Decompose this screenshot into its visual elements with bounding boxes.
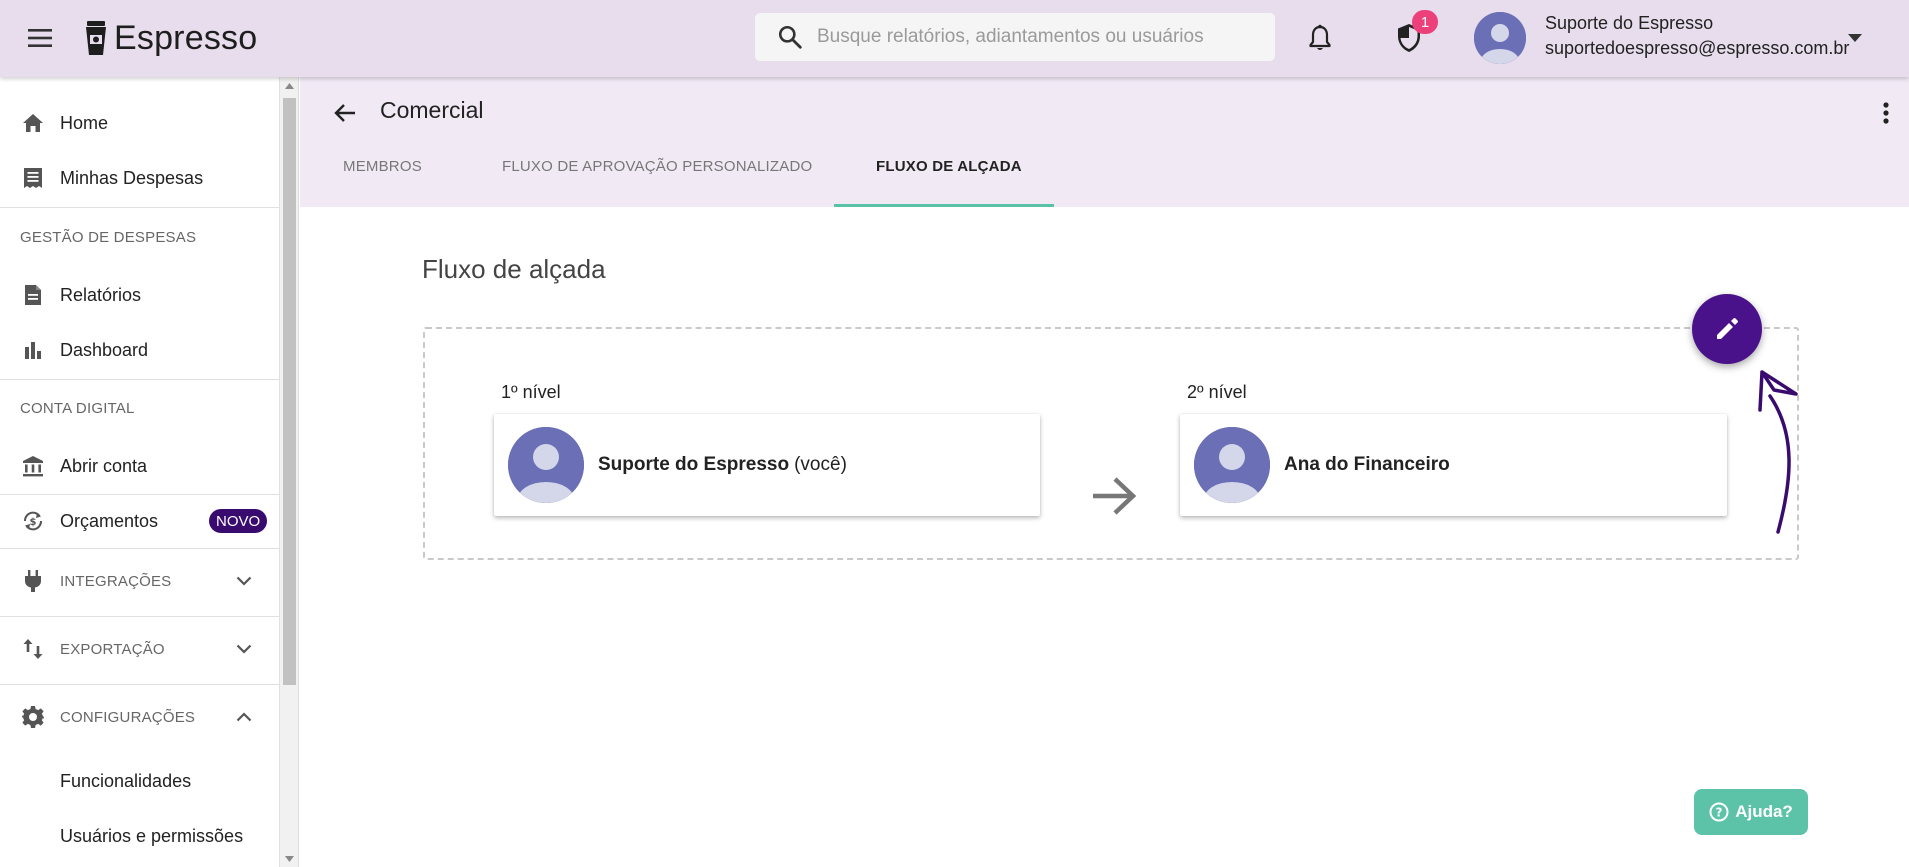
user-avatar[interactable] [1474, 12, 1526, 64]
menu-icon [28, 29, 52, 47]
scroll-up-arrow-icon[interactable] [283, 80, 296, 92]
tab-fluxo-aprovacao-personalizado[interactable]: FLUXO DE APROVAÇÃO PERSONALIZADO [502, 158, 812, 206]
arrow-left-icon [334, 104, 355, 122]
help-label: Ajuda? [1735, 802, 1793, 821]
app-logo[interactable]: Espresso [84, 14, 257, 62]
notification-count-badge: 1 [1412, 10, 1438, 34]
sidebar: Home Minhas Despesas GESTÃO DE DESPESAS … [0, 77, 280, 867]
user-menu-toggle[interactable] [1843, 26, 1867, 50]
sidebar-group-integracoes[interactable]: INTEGRAÇÕES [0, 555, 279, 607]
tab-membros[interactable]: MEMBROS [343, 158, 422, 206]
arrow-right-icon [1088, 472, 1140, 520]
sidebar-group-label: CONFIGURAÇÕES [60, 708, 196, 726]
sidebar-item-orcamentos[interactable]: $ Orçamentos NOVO [0, 495, 279, 547]
chevron-down-icon [232, 637, 256, 661]
svg-text:?: ? [1716, 806, 1723, 820]
scroll-down-arrow-icon[interactable] [283, 853, 296, 865]
sidebar-group-exportacao[interactable]: EXPORTAÇÃO [0, 623, 279, 675]
divider [0, 616, 279, 617]
sidebar-item-relatorios[interactable]: Relatórios [0, 269, 279, 321]
section-heading: Fluxo de alçada [422, 254, 606, 284]
section-title-gestao: GESTÃO DE DESPESAS [20, 229, 197, 246]
level-label: 2º nível [1187, 382, 1247, 402]
active-tab-indicator [834, 204, 1054, 207]
search-input[interactable] [817, 13, 1275, 61]
gear-icon [21, 705, 45, 729]
new-badge: NOVO [209, 509, 268, 533]
budget-icon: $ [21, 509, 45, 533]
divider [0, 548, 279, 549]
more-vertical-icon [1883, 102, 1889, 124]
sidebar-item-home[interactable]: Home [0, 97, 279, 149]
notifications-button[interactable] [1303, 20, 1337, 56]
sidebar-group-label: INTEGRAÇÕES [60, 572, 172, 590]
divider [0, 207, 279, 208]
approver-name: Suporte do Espresso [598, 454, 790, 475]
sidebar-item-label: Usuários e permissões [60, 825, 244, 846]
coffee-cup-icon [86, 21, 106, 55]
receipt-icon [21, 166, 45, 190]
sidebar-item-label: Abrir conta [60, 455, 148, 476]
user-name: Suporte do Espresso [1545, 13, 1714, 33]
bell-icon [1309, 24, 1331, 50]
edit-flow-button[interactable] [1692, 294, 1762, 364]
avatar [508, 427, 584, 503]
more-options-button[interactable] [1874, 98, 1898, 128]
sidebar-group-label: EXPORTAÇÃO [60, 640, 165, 658]
pencil-icon [1717, 318, 1738, 339]
top-app-bar: Espresso 1 Suporte do Espresso suportedo… [0, 0, 1909, 77]
help-button[interactable]: ? Ajuda? [1694, 789, 1808, 835]
avatar [1194, 427, 1270, 503]
section-title-conta-digital: CONTA DIGITAL [20, 400, 135, 417]
chevron-down-icon [232, 569, 256, 593]
level-1-card[interactable]: Suporte do Espresso (você) [494, 414, 1040, 516]
home-icon [21, 111, 45, 135]
bar-chart-icon [21, 338, 45, 362]
level-2-card[interactable]: Ana do Financeiro [1180, 414, 1727, 516]
swap-vertical-icon [21, 637, 45, 661]
bank-icon [21, 454, 45, 478]
chevron-up-icon [232, 705, 256, 729]
sidebar-item-label: Relatórios [60, 284, 142, 305]
back-button[interactable] [331, 99, 359, 127]
page-title: Comercial [380, 97, 484, 123]
approver-you-suffix: (você) [794, 454, 847, 475]
sidebar-scrollbar-thumb[interactable] [283, 98, 296, 685]
sidebar-item-label: Minhas Despesas [60, 167, 204, 188]
search-bar[interactable] [755, 13, 1275, 61]
divider [0, 379, 279, 380]
level-label: 1º nível [501, 382, 561, 402]
divider [0, 684, 279, 685]
sidebar-item-label: Funcionalidades [60, 770, 192, 791]
approver-name: Ana do Financeiro [1284, 454, 1450, 475]
sidebar-group-configuracoes[interactable]: CONFIGURAÇÕES [0, 691, 279, 743]
sidebar-item-dashboard[interactable]: Dashboard [0, 324, 279, 376]
sidebar-item-usuarios-permissoes[interactable]: Usuários e permissões [0, 810, 279, 862]
search-icon [777, 24, 803, 50]
person-icon [1474, 12, 1526, 64]
svg-text:$: $ [30, 517, 37, 528]
sidebar-item-label: Dashboard [60, 339, 149, 360]
person-icon [1194, 427, 1270, 503]
caret-down-icon [1848, 34, 1862, 42]
sidebar-item-funcionalidades[interactable]: Funcionalidades [0, 755, 279, 807]
app-name: Espresso [114, 18, 258, 57]
tab-fluxo-alcada[interactable]: FLUXO DE ALÇADA [876, 158, 1022, 206]
sidebar-item-abrir-conta[interactable]: Abrir conta [0, 440, 279, 492]
document-icon [21, 283, 45, 307]
plug-icon [21, 569, 45, 593]
annotation-arrow-icon [1758, 370, 1798, 534]
hamburger-menu-button[interactable] [22, 20, 58, 56]
question-circle-icon: ? [1709, 802, 1729, 822]
person-icon [508, 427, 584, 503]
user-email: suportedoespresso@espresso.com.br [1545, 38, 1850, 58]
sidebar-item-label: Orçamentos [60, 510, 159, 531]
sidebar-item-label: Home [60, 112, 109, 133]
sidebar-item-minhas-despesas[interactable]: Minhas Despesas [0, 152, 279, 204]
